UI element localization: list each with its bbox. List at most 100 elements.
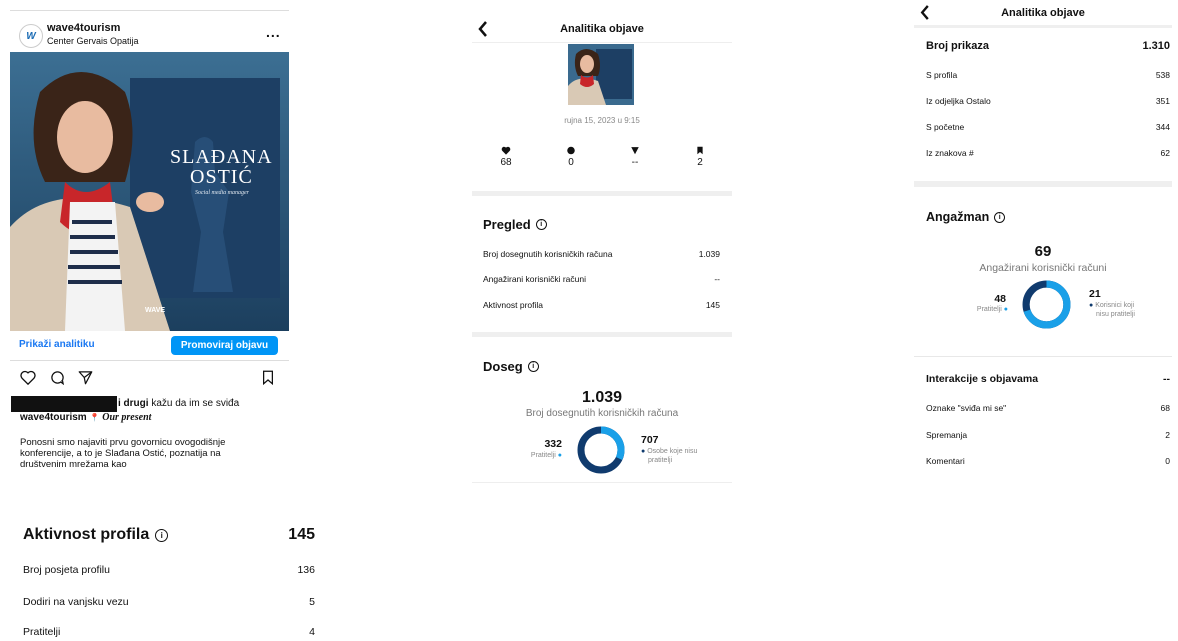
heart-icon [501, 146, 511, 155]
likes-rest-text: kažu da im se sviđa [148, 398, 240, 409]
engagement-title: Angažman i [926, 210, 1006, 224]
save-bookmark-icon[interactable] [262, 370, 274, 385]
row-value: 68 [1160, 403, 1170, 413]
eng-followers-value: 48 [994, 293, 1006, 305]
poster-subtitle: Social media manager [195, 190, 249, 196]
row-label: Angažirani korisnički računi [483, 274, 586, 284]
promote-post-button[interactable]: Promoviraj objavu [171, 336, 278, 355]
views-total: 1.310 [1142, 40, 1170, 52]
show-analytics-link[interactable]: Prikaži analitiku [19, 339, 95, 350]
thumbnail-graphic [568, 44, 634, 105]
reach-nonfollowers-value: 707 [641, 434, 659, 446]
stat-saves: 2 [689, 146, 711, 168]
engagement-donut-chart [1022, 280, 1071, 329]
list-item: Dodiri na vanjsku vezu 5 [23, 596, 315, 608]
poster-logo: WAVE [145, 307, 166, 314]
row-label: Oznake "sviđa mi se" [926, 403, 1007, 413]
overview-row: Angažirani korisnički računi -- [483, 274, 720, 284]
more-options-icon[interactable]: ... [266, 24, 281, 40]
reach-subtitle: Broj dosegnutih korisničkih računa [525, 408, 679, 419]
caption-account[interactable]: wave4tourism [20, 412, 87, 423]
share-icon[interactable] [78, 370, 93, 385]
profile-activity-title: Aktivnost profila i [23, 526, 169, 544]
row-value: 4 [309, 626, 315, 638]
interaction-row: Spremanja 2 [926, 430, 1170, 440]
avatar[interactable]: W [19, 24, 43, 48]
reach-followers-value: 332 [544, 438, 562, 450]
caption-header: wave4tourism 📍 Our present [20, 412, 151, 423]
redacted-names [11, 396, 117, 412]
comment-icon [567, 146, 575, 155]
row-label: Broj dosegnutih korisničkih računa [483, 249, 613, 259]
views-row: Iz odjeljka Ostalo 351 [926, 96, 1170, 106]
views-row: S početne 344 [926, 122, 1170, 132]
overview-row: Broj dosegnutih korisničkih računa 1.039 [483, 249, 720, 259]
info-icon[interactable]: i [527, 361, 539, 372]
saves-count: 2 [697, 157, 703, 168]
interactions-total-row: Interakcije s objavama -- [926, 373, 1170, 385]
overview-title-text: Pregled [483, 217, 531, 232]
engagement-total: 69 [1034, 243, 1052, 260]
interactions-title: Interakcije s objavama [926, 373, 1039, 385]
interaction-row: Komentari 0 [926, 456, 1170, 466]
row-value: 344 [1155, 122, 1170, 132]
caption-body: Ponosni smo najaviti prvu govornicu ovog… [20, 437, 226, 470]
interactions-total: -- [1163, 373, 1170, 385]
eng-nonfollowers-legend: ● Korisnici koji nisu pratitelji [1089, 301, 1135, 319]
reach-total: 1.039 [581, 389, 623, 406]
legend-label-line2: pratitelji [648, 457, 673, 464]
legend-label-line2: nisu pratitelji [1096, 311, 1135, 318]
post-thumbnail[interactable] [568, 44, 634, 105]
overview-row: Aktivnost profila 145 [483, 300, 720, 310]
row-label: Iz odjeljka Ostalo [926, 96, 991, 106]
like-heart-icon[interactable] [20, 370, 36, 385]
profile-activity-total: 145 [288, 526, 315, 543]
post-location[interactable]: Center Gervais Opatija [47, 36, 139, 46]
eng-nonfollowers-value: 21 [1089, 288, 1101, 300]
engagement-title-text: Angažman [926, 210, 990, 224]
row-value: 1.039 [698, 249, 720, 259]
row-value: 145 [705, 300, 720, 310]
row-label: S početne [926, 122, 965, 132]
profile-activity-title-text: Aktivnost profila [23, 526, 150, 543]
legend-label-line1: Osobe koje nisu [647, 448, 698, 455]
reach-title-text: Doseg [483, 359, 523, 374]
likes-summary: i drugi kažu da im se sviđa [118, 398, 239, 409]
info-icon[interactable]: i [994, 211, 1006, 223]
row-label: Aktivnost profila [483, 300, 543, 310]
row-label: Broj posjeta profilu [23, 564, 110, 576]
row-value: 538 [1155, 70, 1170, 80]
row-label: Pratitelji [23, 626, 61, 638]
caption-tag: Our present [102, 412, 152, 423]
poster-name-line2: OSTIĆ [190, 166, 253, 188]
row-value: -- [714, 274, 720, 284]
overview-title: Pregled i [483, 217, 547, 232]
likes-others-bold[interactable]: i drugi [118, 398, 149, 409]
post-image: SLAĐANA OSTIĆ Social media manager WAVE [10, 52, 289, 331]
reach-nonfollowers-legend: ● Osobe koje nisu pratitelji [641, 447, 697, 465]
legend-dot: ● [1001, 306, 1008, 313]
bookmark-icon [697, 146, 703, 155]
info-icon[interactable]: i [155, 528, 169, 542]
comments-count: 0 [568, 157, 574, 168]
row-value: 0 [1165, 456, 1170, 466]
share-icon [631, 147, 639, 155]
row-value: 136 [297, 564, 315, 576]
account-name[interactable]: wave4tourism [47, 22, 120, 34]
row-label: S profila [926, 70, 958, 80]
interaction-row: Oznake "sviđa mi se" 68 [926, 403, 1170, 413]
engagement-subtitle: Angažirani korisnički računi [979, 262, 1107, 274]
likes-count: 68 [500, 157, 512, 168]
shares-count: -- [631, 157, 639, 168]
comment-icon[interactable] [50, 370, 65, 385]
row-value: 62 [1160, 148, 1170, 158]
legend-label-line1: Korisnici koji [1095, 302, 1135, 309]
views-row: S profila 538 [926, 70, 1170, 80]
row-label: Dodiri na vanjsku vezu [23, 596, 129, 608]
views-title: Broj prikaza [926, 40, 989, 52]
views-total-row: Broj prikaza 1.310 [926, 40, 1170, 52]
legend-label: Pratitelji [530, 452, 556, 459]
info-icon[interactable]: i [535, 219, 547, 230]
reach-donut-chart [577, 426, 625, 474]
row-label: Komentari [926, 456, 965, 466]
